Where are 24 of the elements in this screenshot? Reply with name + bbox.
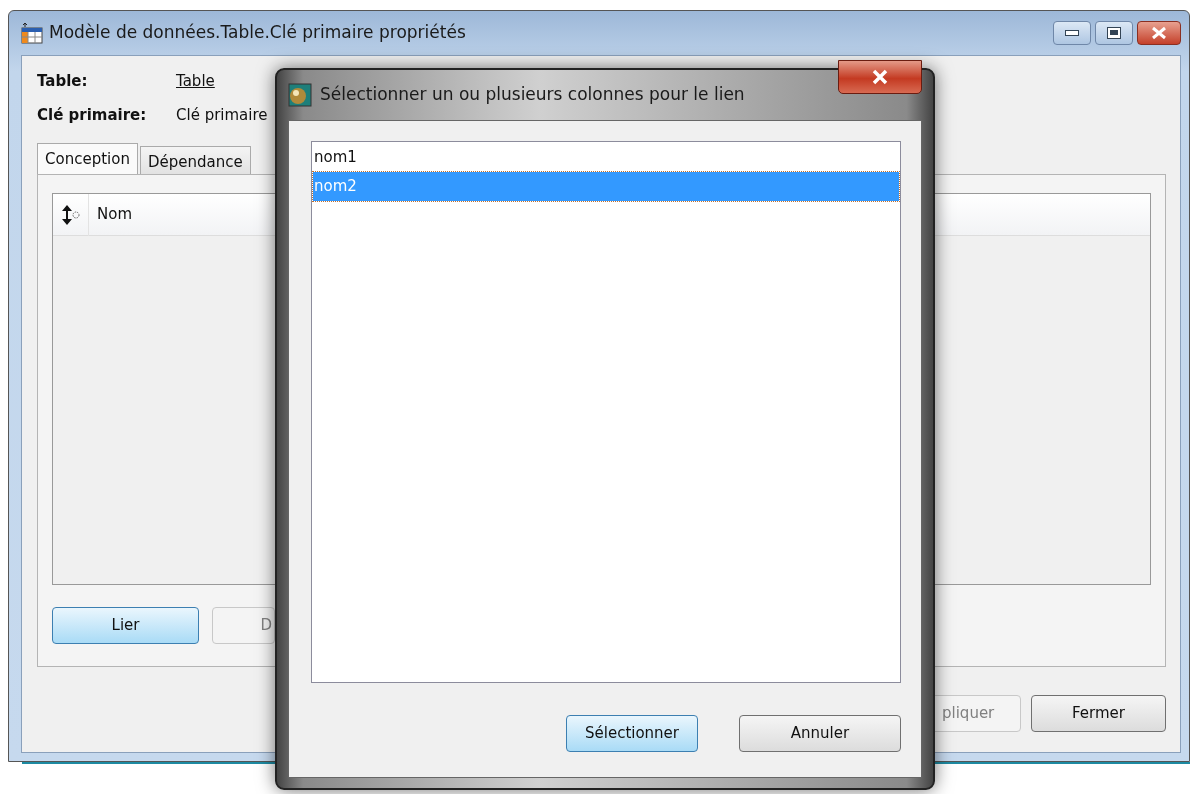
minimize-icon: [1065, 30, 1079, 36]
window-button[interactable]: Lier: [52, 607, 199, 644]
window-title: Modèle de données.Table.Clé primaire propriétés: [49, 21, 466, 45]
close-icon: [871, 69, 889, 85]
list-item[interactable]: nom1: [313, 143, 899, 172]
dialog-button[interactable]: Sélectionner: [566, 715, 698, 752]
table-icon: [21, 22, 43, 44]
dialog-title: Sélectionner un ou plusieurs colonnes pour le lien: [320, 83, 745, 107]
column-header[interactable]: Nom: [89, 203, 132, 226]
tab[interactable]: Dépendance: [139, 146, 251, 174]
tab[interactable]: Conception: [37, 143, 138, 174]
close-button[interactable]: [838, 60, 922, 94]
table-link[interactable]: Table: [176, 69, 215, 93]
close-icon: [1151, 26, 1167, 40]
window-button[interactable]: Fermer: [1031, 695, 1166, 732]
dialog-button[interactable]: Annuler: [739, 715, 901, 752]
sort-icon[interactable]: [60, 203, 81, 226]
close-button[interactable]: [1137, 21, 1181, 45]
field-label: Clé primaire:: [37, 104, 148, 126]
field-label: Table:: [37, 70, 89, 92]
field-value: Clé primaire: [176, 104, 268, 126]
minimize-button[interactable]: [1053, 21, 1091, 45]
maximize-icon: [1107, 27, 1121, 39]
maximize-button[interactable]: [1095, 21, 1133, 45]
